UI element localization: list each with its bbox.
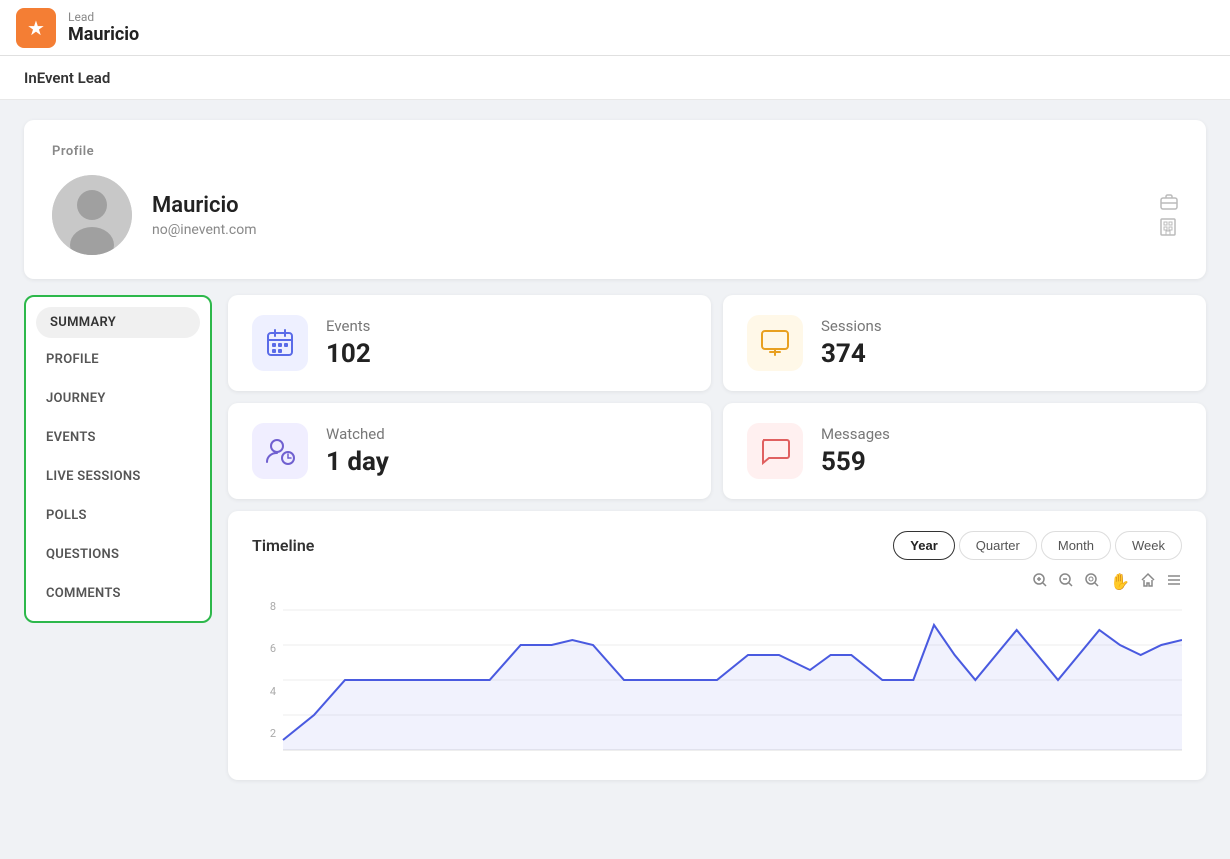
nav-item-summary[interactable]: SUMMARY xyxy=(36,307,200,338)
watched-icon-box xyxy=(252,423,308,479)
stat-info-sessions: Sessions 374 xyxy=(821,317,882,369)
stat-card-messages: Messages 559 xyxy=(723,403,1206,499)
home-icon[interactable] xyxy=(1140,572,1156,592)
messages-value: 559 xyxy=(821,447,890,477)
stat-info-messages: Messages 559 xyxy=(821,425,890,477)
events-icon-box xyxy=(252,315,308,371)
profile-card: Profile Mauricio no@inevent.com xyxy=(24,120,1206,279)
profile-name: Mauricio xyxy=(152,193,1140,218)
nav-item-polls[interactable]: POLLS xyxy=(26,496,210,535)
avatar xyxy=(52,175,132,255)
page-title-bar: InEvent Lead xyxy=(0,56,1230,100)
nav-item-journey[interactable]: JOURNEY xyxy=(26,379,210,418)
timeline-header: Timeline Year Quarter Month Week xyxy=(252,531,1182,560)
right-content: Events 102 Sessions 3 xyxy=(228,295,1206,780)
filter-month-button[interactable]: Month xyxy=(1041,531,1111,560)
stat-card-sessions: Sessions 374 xyxy=(723,295,1206,391)
y-label-8: 8 xyxy=(270,600,276,613)
timeline-card: Timeline Year Quarter Month Week xyxy=(228,511,1206,780)
timeline-title: Timeline xyxy=(252,536,314,555)
filter-week-button[interactable]: Week xyxy=(1115,531,1182,560)
nav-item-profile[interactable]: PROFILE xyxy=(26,340,210,379)
header-title-group: Lead Mauricio xyxy=(68,10,139,45)
main-content: Profile Mauricio no@inevent.com xyxy=(0,100,1230,859)
left-nav: SUMMARY PROFILE JOURNEY EVENTS LIVE SESS… xyxy=(24,295,212,623)
y-label-6: 6 xyxy=(270,642,276,655)
stats-grid: Events 102 Sessions 3 xyxy=(228,295,1206,499)
pan-icon[interactable]: ✋ xyxy=(1110,572,1130,592)
profile-section-label: Profile xyxy=(52,144,1178,159)
y-axis-labels: 8 6 4 2 xyxy=(252,600,280,740)
chart-controls: ✋ xyxy=(252,572,1182,592)
header-bar: ★ Lead Mauricio xyxy=(0,0,1230,56)
timeline-filters: Year Quarter Month Week xyxy=(893,531,1182,560)
timeline-chart xyxy=(252,600,1182,760)
nav-item-events[interactable]: EVENTS xyxy=(26,418,210,457)
watched-value: 1 day xyxy=(326,447,389,477)
menu-icon[interactable] xyxy=(1166,572,1182,592)
header-subtitle: Lead xyxy=(68,10,139,24)
sessions-label: Sessions xyxy=(821,317,882,335)
y-label-2: 2 xyxy=(270,727,276,740)
events-value: 102 xyxy=(326,339,371,369)
watched-label: Watched xyxy=(326,425,389,443)
profile-row: Mauricio no@inevent.com xyxy=(52,175,1178,255)
messages-icon-box xyxy=(747,423,803,479)
y-label-4: 4 xyxy=(270,685,276,698)
zoom-out-icon[interactable] xyxy=(1058,572,1074,592)
stat-card-events: Events 102 xyxy=(228,295,711,391)
magnify-icon[interactable] xyxy=(1084,572,1100,592)
profile-email: no@inevent.com xyxy=(152,222,1140,238)
profile-icons xyxy=(1160,194,1178,236)
app-logo: ★ xyxy=(16,8,56,48)
logo-star-icon: ★ xyxy=(27,16,45,40)
page-title: InEvent Lead xyxy=(24,69,110,87)
header-title: Mauricio xyxy=(68,24,139,45)
messages-label: Messages xyxy=(821,425,890,443)
nav-item-comments[interactable]: COMMENTS xyxy=(26,574,210,613)
profile-building-icon xyxy=(1160,218,1178,236)
two-col-layout: SUMMARY PROFILE JOURNEY EVENTS LIVE SESS… xyxy=(24,295,1206,780)
stat-card-watched: Watched 1 day xyxy=(228,403,711,499)
stat-info-watched: Watched 1 day xyxy=(326,425,389,477)
filter-quarter-button[interactable]: Quarter xyxy=(959,531,1037,560)
profile-info: Mauricio no@inevent.com xyxy=(152,193,1140,238)
profile-briefcase-icon xyxy=(1160,194,1178,210)
events-label: Events xyxy=(326,317,371,335)
sessions-value: 374 xyxy=(821,339,882,369)
nav-item-live-sessions[interactable]: LIVE SESSIONS xyxy=(26,457,210,496)
zoom-in-icon[interactable] xyxy=(1032,572,1048,592)
stat-info-events: Events 102 xyxy=(326,317,371,369)
chart-area: 8 6 4 2 xyxy=(252,600,1182,760)
filter-year-button[interactable]: Year xyxy=(893,531,954,560)
nav-item-questions[interactable]: QUESTIONS xyxy=(26,535,210,574)
sessions-icon-box xyxy=(747,315,803,371)
